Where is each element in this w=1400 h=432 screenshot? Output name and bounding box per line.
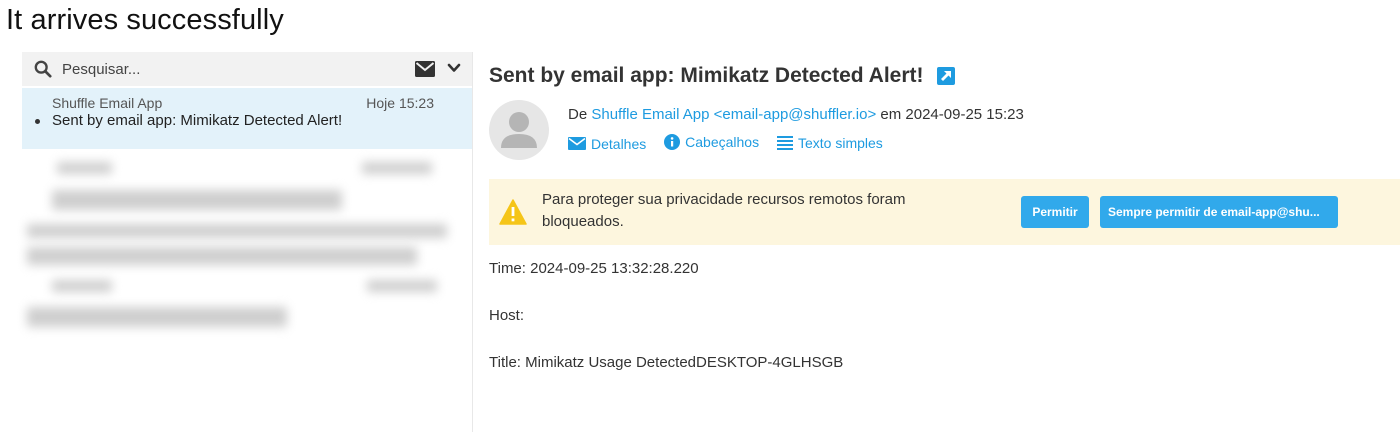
headers-button[interactable]: Cabeçalhos (664, 134, 759, 150)
chevron-down-icon[interactable] (447, 61, 461, 75)
search-bar (22, 52, 472, 86)
envelope-icon[interactable] (415, 61, 435, 77)
search-input[interactable] (62, 58, 362, 80)
details-button[interactable]: Detalhes (568, 136, 646, 152)
search-icon (34, 60, 52, 78)
message-sender: Shuffle Email App (52, 95, 163, 111)
avatar-icon (489, 100, 549, 160)
body-host-line: Host: (489, 307, 525, 324)
caption: It arrives successfully (6, 4, 284, 36)
always-permit-button[interactable]: Sempre permitir de email-app@shu... (1100, 196, 1338, 228)
headers-label: Cabeçalhos (685, 134, 760, 150)
body-time-line: Time: 2024-09-25 13:32:28.220 (489, 260, 699, 277)
plain-text-label: Texto simples (797, 135, 883, 151)
unread-dot-icon (35, 119, 40, 124)
plain-text-button[interactable]: Texto simples (776, 135, 883, 151)
warning-icon (499, 199, 527, 225)
message-list-item-selected[interactable]: Shuffle Email App Hoje 15:23 Sent by ema… (22, 88, 472, 149)
envelope-icon (568, 137, 586, 150)
sender-link[interactable]: Shuffle Email App <email-app@shuffler.io… (591, 106, 876, 123)
lines-icon (776, 136, 793, 150)
details-label: Detalhes (591, 135, 647, 152)
open-external-icon[interactable] (937, 67, 956, 86)
message-title-text: Sent by email app: Mimikatz Detected Ale… (489, 64, 924, 87)
message-subject: Sent by email app: Mimikatz Detected Ale… (52, 112, 343, 129)
from-prefix: De (568, 106, 588, 123)
message-view-pane: Sent by email app: Mimikatz Detected Ale… (473, 52, 1400, 432)
permit-button[interactable]: Permitir (1021, 196, 1089, 228)
remote-content-warning: Para proteger sua privacidade recursos r… (489, 179, 1400, 245)
sent-date: em 2024-09-25 15:23 (880, 106, 1024, 123)
from-line: De Shuffle Email App <email-app@shuffler… (568, 106, 1024, 123)
warning-text: Para proteger sua privacidade recursos r… (542, 191, 906, 230)
info-icon (664, 134, 681, 150)
message-title: Sent by email app: Mimikatz Detected Ale… (489, 64, 956, 88)
message-time: Hoje 15:23 (366, 95, 434, 111)
body-title-line: Title: Mimikatz Usage DetectedDESKTOP-4G… (489, 354, 844, 371)
message-actions: Detalhes Cabeçalhos Texto simples (568, 134, 897, 153)
message-list-pane: Shuffle Email App Hoje 15:23 Sent by ema… (22, 52, 472, 432)
